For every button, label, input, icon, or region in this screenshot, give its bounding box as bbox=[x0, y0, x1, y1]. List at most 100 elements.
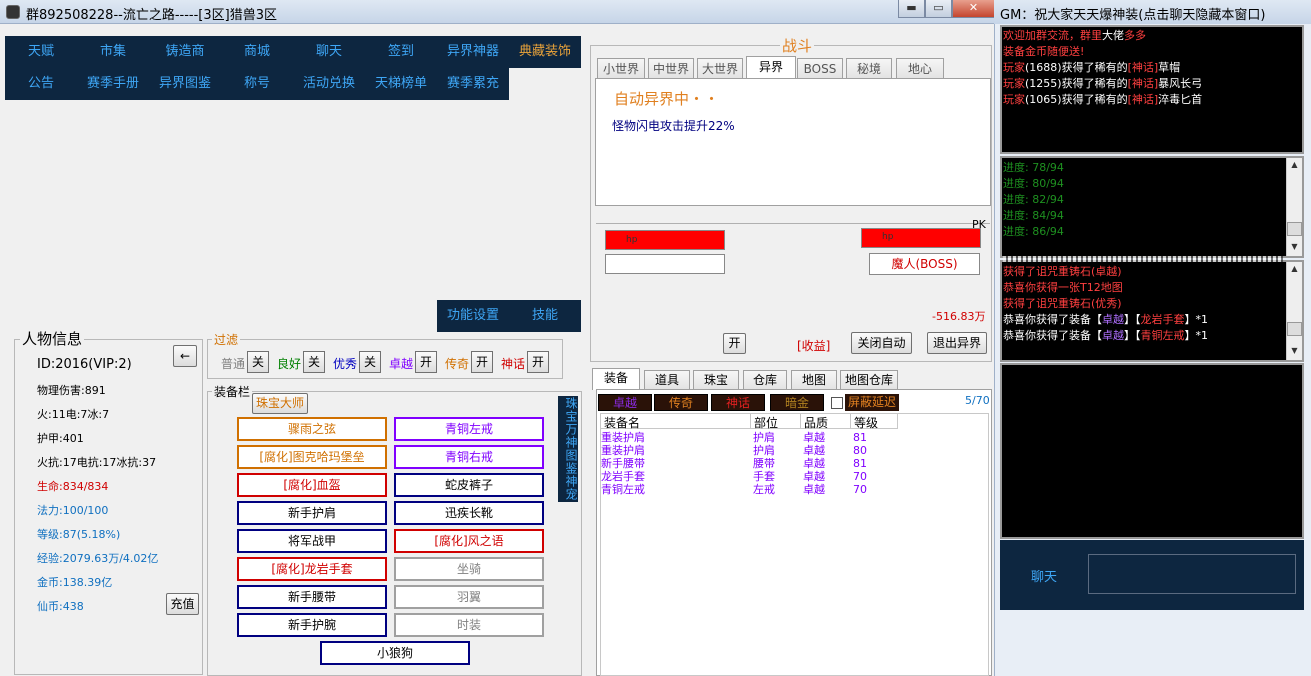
drop-log-scrollbar[interactable]: ▲ ▼ bbox=[1286, 262, 1302, 360]
menu-item[interactable]: 异界图鉴 bbox=[149, 68, 221, 100]
quality-filter-button[interactable]: 神话 bbox=[711, 394, 765, 411]
battle-tab[interactable]: BOSS bbox=[797, 58, 843, 79]
menu-item[interactable]: 赛季手册 bbox=[77, 68, 149, 100]
battle-tab[interactable]: 小世界 bbox=[597, 58, 645, 79]
chat-input[interactable] bbox=[1088, 554, 1296, 594]
menu-item[interactable]: 赛季累充 bbox=[437, 68, 509, 100]
menu-item[interactable]: 异界神器 bbox=[437, 36, 509, 68]
filter-toggle[interactable]: 关 bbox=[247, 351, 269, 373]
chat-button[interactable]: 聊天 bbox=[1031, 566, 1057, 585]
quality-filter-button[interactable]: 卓越 bbox=[598, 394, 652, 411]
function-settings-button[interactable]: 功能设置 bbox=[437, 300, 509, 332]
equip-slot[interactable]: 新手护腕 bbox=[237, 613, 387, 637]
open-button[interactable]: 开 bbox=[723, 333, 746, 354]
exit-otherworld-button[interactable]: 退出异界 bbox=[927, 332, 987, 354]
maximize-button[interactable]: ▭ bbox=[925, 0, 952, 18]
physical-damage: 物理伤害:891 bbox=[37, 384, 106, 397]
header-sep bbox=[750, 413, 751, 429]
minimize-button[interactable]: ▬ bbox=[898, 0, 925, 18]
chat-segment: 草帽 bbox=[1158, 61, 1181, 74]
equip-slot[interactable]: [腐化]血盔 bbox=[237, 473, 387, 497]
menu-item[interactable]: 活动兑换 bbox=[293, 68, 365, 100]
filter-toggle[interactable]: 开 bbox=[415, 351, 437, 373]
equip-slot[interactable]: 将军战甲 bbox=[237, 529, 387, 553]
menu-item[interactable]: 签到 bbox=[365, 36, 437, 68]
chat-line: 获得了诅咒重铸石(卓越) bbox=[1003, 264, 1283, 280]
skills-button[interactable]: 技能 bbox=[509, 300, 581, 332]
equip-slot[interactable]: 青铜右戒 bbox=[394, 445, 544, 469]
battle-tab[interactable]: 地心 bbox=[896, 58, 944, 79]
chat-segment: 卓越 bbox=[1102, 329, 1124, 342]
enemy-name: 魔人(BOSS) bbox=[869, 253, 980, 275]
inventory-tab[interactable]: 装备 bbox=[592, 368, 640, 390]
menu-item[interactable]: 典藏装饰 bbox=[509, 36, 581, 68]
equip-slot[interactable]: 蛇皮裤子 bbox=[394, 473, 544, 497]
menu-item[interactable]: 天梯榜单 bbox=[365, 68, 437, 100]
equip-slot[interactable]: 新手腰带 bbox=[237, 585, 387, 609]
column-header-name[interactable]: 装备名 bbox=[604, 414, 640, 431]
equip-slot[interactable]: [腐化]图克哈玛堡垒 bbox=[237, 445, 387, 469]
menu-item[interactable]: 天赋 bbox=[5, 36, 77, 68]
back-button[interactable]: ← bbox=[173, 345, 197, 367]
battle-tab[interactable]: 秘境 bbox=[846, 58, 892, 79]
battle-tab[interactable]: 中世界 bbox=[648, 58, 694, 79]
pet-slot[interactable]: 小狼狗 bbox=[320, 641, 470, 665]
table-row[interactable]: 龙岩手套 手套 卓越 70 bbox=[601, 470, 981, 483]
quality-filter-button[interactable]: 暗金 bbox=[770, 394, 824, 411]
chat-segment: (1255)获得了稀有的 bbox=[1025, 77, 1128, 90]
chat-title[interactable]: GM：祝大家天天爆神装(点击聊天隐藏本窗口) bbox=[1000, 4, 1265, 23]
column-header-level[interactable]: 等级 bbox=[854, 414, 878, 431]
jeweler-button[interactable]: 珠宝大师 bbox=[252, 393, 308, 414]
chat-segment: 暴风长弓 bbox=[1158, 77, 1203, 90]
mana: 法力:100/100 bbox=[37, 504, 109, 517]
equip-slot[interactable]: 坐骑 bbox=[394, 557, 544, 581]
battle-tab[interactable]: 大世界 bbox=[697, 58, 743, 79]
hide-delay-label[interactable]: 屏蔽延迟 bbox=[845, 394, 900, 411]
filter-label: 卓越 bbox=[389, 357, 414, 371]
table-row[interactable]: 重装护肩 护肩 卓越 81 bbox=[601, 431, 981, 444]
menu-item[interactable]: 聊天 bbox=[293, 36, 365, 68]
table-row[interactable]: 新手腰带 腰带 卓越 81 bbox=[601, 457, 981, 470]
equip-slot[interactable]: 骤雨之弦 bbox=[237, 417, 387, 441]
recharge-button[interactable]: 充值 bbox=[166, 593, 199, 615]
menu-item[interactable]: 商城 bbox=[221, 36, 293, 68]
table-row[interactable]: 青铜左戒 左戒 卓越 70 bbox=[601, 483, 981, 496]
menu-item[interactable]: 称号 bbox=[221, 68, 293, 100]
table-cell: 卓越 bbox=[803, 444, 825, 457]
inventory-tab[interactable]: 珠宝 bbox=[693, 370, 739, 390]
menu-item[interactable]: 市集 bbox=[77, 36, 149, 68]
income-label[interactable]: [收益] bbox=[797, 337, 830, 354]
inventory-tab[interactable]: 地图仓库 bbox=[840, 370, 898, 390]
table-row[interactable]: 重装护肩 护肩 卓越 80 bbox=[601, 444, 981, 457]
filter-toggle[interactable]: 开 bbox=[527, 351, 549, 373]
filter-toggle[interactable]: 关 bbox=[359, 351, 381, 373]
battle-tab[interactable]: 异界 bbox=[746, 56, 796, 79]
equip-slot[interactable]: 迅疾长靴 bbox=[394, 501, 544, 525]
table-cell: 左戒 bbox=[753, 483, 775, 496]
quality-filter-button[interactable]: 传奇 bbox=[654, 394, 708, 411]
menu-item[interactable]: 公告 bbox=[5, 68, 77, 100]
equip-slot[interactable]: [腐化]龙岩手套 bbox=[237, 557, 387, 581]
inventory-tab[interactable]: 仓库 bbox=[743, 370, 787, 390]
inventory-tab[interactable]: 地图 bbox=[791, 370, 837, 390]
chat-line: 玩家(1688)获得了稀有的[神话]草帽 bbox=[1003, 60, 1301, 76]
column-header-quality[interactable]: 品质 bbox=[804, 414, 828, 431]
chat-segment: 】*1 bbox=[1184, 313, 1209, 326]
side-menu[interactable]: 珠宝万神图鉴神宠 bbox=[558, 396, 578, 502]
hide-delay-checkbox[interactable] bbox=[831, 397, 843, 409]
inventory-tab[interactable]: 道具 bbox=[644, 370, 690, 390]
equip-slot[interactable]: 时装 bbox=[394, 613, 544, 637]
stop-auto-button[interactable]: 关闭自动 bbox=[851, 332, 912, 354]
filter-toggle[interactable]: 关 bbox=[303, 351, 325, 373]
chat-segment: 恭喜你获得了装备【 bbox=[1003, 313, 1102, 326]
progress-scrollbar[interactable]: ▲ ▼ bbox=[1286, 158, 1302, 256]
menu-item[interactable]: 铸造商 bbox=[149, 36, 221, 68]
menu-gap bbox=[509, 68, 581, 100]
close-button[interactable]: ✕ bbox=[952, 0, 995, 18]
equip-slot[interactable]: 羽翼 bbox=[394, 585, 544, 609]
equip-slot[interactable]: 青铜左戒 bbox=[394, 417, 544, 441]
equip-slot[interactable]: [腐化]风之语 bbox=[394, 529, 544, 553]
filter-toggle[interactable]: 开 bbox=[471, 351, 493, 373]
equip-slot[interactable]: 新手护肩 bbox=[237, 501, 387, 525]
column-header-slot[interactable]: 部位 bbox=[754, 414, 778, 431]
